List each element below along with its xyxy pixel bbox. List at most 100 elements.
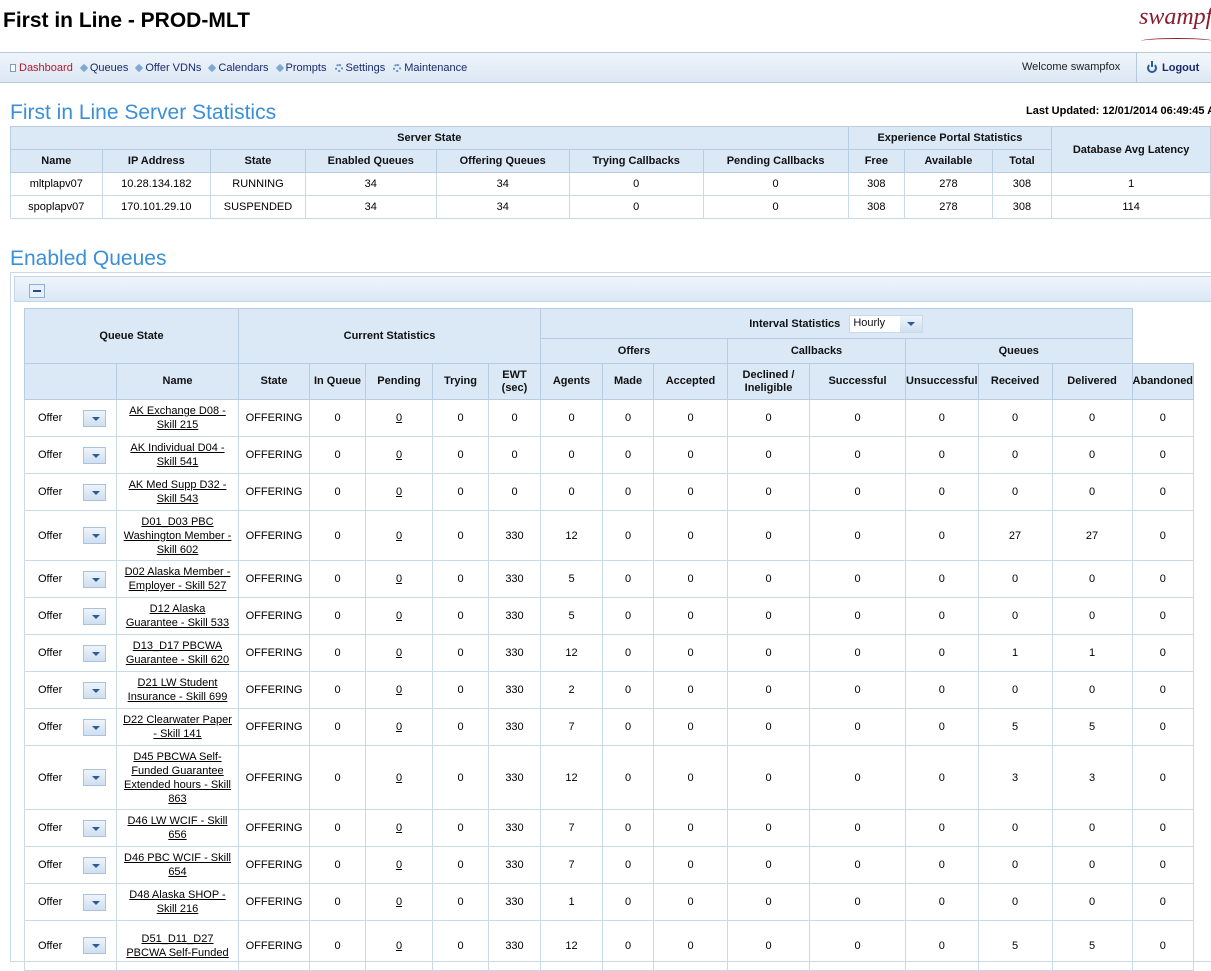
pending-link[interactable]: 0 [396, 822, 402, 834]
queue-cell-name: AK Exchange D08 - Skill 215 [116, 399, 239, 437]
chevron-down-icon[interactable] [83, 937, 106, 954]
queue-name-link[interactable]: D01_D03 PBC Washington Member - Skill 60… [124, 516, 232, 556]
chevron-down-icon[interactable] [83, 409, 106, 427]
queue-action-dropdown[interactable]: Offer [25, 718, 116, 736]
queue-cell-unsuccessful: 0 [905, 560, 979, 598]
chevron-down-icon[interactable] [83, 607, 106, 625]
logout-button[interactable]: Logout [1136, 53, 1211, 82]
nav-item-queues[interactable]: Queues [79, 62, 128, 74]
nav-item-settings[interactable]: Settings [334, 62, 385, 74]
pending-link[interactable]: 0 [396, 530, 402, 542]
server-col-header: State [210, 149, 306, 173]
queue-name-link[interactable]: D51_D11_D27 PBCWA Self-Funded [126, 933, 228, 959]
queue-name-link[interactable]: D46 PBC WCIF - Skill 654 [124, 852, 231, 878]
queue-cell-trying: 0 [432, 473, 489, 511]
pending-link[interactable]: 0 [396, 647, 402, 659]
pending-link[interactable]: 0 [396, 772, 402, 784]
chevron-down-icon[interactable] [83, 570, 106, 588]
queue-name-link[interactable]: AK Med Supp D32 - Skill 543 [129, 479, 227, 505]
queue-cell-trying: 0 [432, 560, 489, 598]
queue-action-value: Offer [38, 610, 63, 622]
server-stats-title: First in Line Server Statistics [10, 101, 277, 124]
queue-name-link[interactable]: D48 Alaska SHOP - Skill 216 [129, 889, 225, 915]
queue-name-link[interactable]: D12 Alaska Guarantee - Skill 533 [126, 603, 229, 629]
queue-cell-accepted: 0 [653, 634, 728, 672]
queue-action-dropdown[interactable]: Offer [25, 527, 116, 544]
nav-item-maintenance[interactable]: Maintenance [393, 62, 467, 74]
nav-item-dashboard[interactable]: Dashboard [10, 62, 73, 74]
queue-action-dropdown[interactable]: Offer [25, 681, 116, 699]
queue-cell-delivered: 0 [1051, 846, 1133, 884]
pending-link[interactable]: 0 [396, 940, 402, 952]
chevron-down-icon[interactable] [83, 483, 106, 501]
interval-select[interactable]: Hourly [849, 314, 924, 333]
server-cell: 34 [304, 172, 437, 196]
chevron-down-icon[interactable] [83, 681, 106, 699]
collapse-button[interactable] [29, 284, 45, 298]
chevron-down-icon[interactable] [83, 446, 106, 464]
queue-name-link[interactable]: D13_D17 PBCWA Guarantee - Skill 620 [126, 640, 229, 666]
pending-link[interactable]: 0 [396, 610, 402, 622]
queue-action-dropdown[interactable]: Offer [25, 819, 116, 837]
pending-link[interactable]: 0 [396, 412, 402, 424]
chevron-down-icon[interactable] [83, 819, 106, 837]
queue-cell-declined: 0 [727, 473, 810, 511]
queue-cell-agents: 12 [540, 745, 603, 810]
pending-link[interactable]: 0 [396, 573, 402, 585]
queue-action-dropdown[interactable]: Offer [25, 644, 116, 662]
nav-item-offer-vdns[interactable]: Offer VDNs [135, 62, 201, 74]
queue-action-dropdown[interactable]: Offer [25, 856, 116, 874]
queue-cell-state: OFFERING [238, 920, 310, 971]
pending-link[interactable]: 0 [396, 896, 402, 908]
col-header-agents: Agents [540, 363, 603, 400]
nav-item-calendars[interactable]: Calendars [208, 62, 269, 74]
queue-name-link[interactable]: D46 LW WCIF - Skill 656 [127, 815, 227, 841]
pending-link[interactable]: 0 [396, 449, 402, 461]
chevron-down-icon[interactable] [83, 769, 106, 786]
queue-action-dropdown[interactable]: Offer [25, 570, 116, 588]
queue-cell-made: 0 [602, 510, 654, 561]
queue-name-link[interactable]: D22 Clearwater Paper - Skill 141 [123, 714, 232, 740]
pending-link[interactable]: 0 [396, 859, 402, 871]
server-col-header: Pending Callbacks [702, 149, 849, 173]
col-header-successful: Successful [809, 363, 906, 400]
queue-cell-name: D46 LW WCIF - Skill 656 [116, 809, 239, 847]
queue-cell-in-queue: 0 [309, 671, 366, 709]
server-cell: 278 [904, 195, 993, 219]
pending-link[interactable]: 0 [396, 721, 402, 733]
queue-cell-accepted: 0 [653, 597, 728, 635]
queue-name-link[interactable]: AK Exchange D08 - Skill 215 [129, 405, 226, 431]
queue-action-dropdown[interactable]: Offer [25, 607, 116, 625]
nav-item-label: Calendars [218, 62, 269, 74]
nav-item-prompts[interactable]: Prompts [275, 62, 327, 74]
queue-name-link[interactable]: AK Individual D04 - Skill 541 [130, 442, 224, 468]
chevron-down-icon[interactable] [900, 315, 923, 332]
queue-action-dropdown[interactable]: Offer [25, 409, 116, 427]
queue-action-dropdown[interactable]: Offer [25, 893, 116, 911]
pending-link[interactable]: 0 [396, 486, 402, 498]
server-col-header: Free [847, 149, 906, 173]
queue-action-dropdown[interactable]: Offer [25, 937, 116, 954]
queue-name-link[interactable]: D02 Alaska Member - Employer - Skill 527 [125, 566, 231, 592]
queue-row: Offer D45 PBCWA Self-Funded Guarantee Ext… [24, 745, 1195, 810]
queue-cell-abandoned: 0 [1131, 920, 1195, 971]
queue-cell-name: D22 Clearwater Paper - Skill 141 [116, 708, 239, 746]
chevron-down-icon[interactable] [83, 644, 106, 662]
queue-cell-pending: 0 [365, 436, 433, 474]
queue-action-dropdown[interactable]: Offer [25, 446, 116, 464]
queue-action-cell: Offer [24, 920, 117, 971]
chevron-down-icon[interactable] [83, 856, 106, 874]
chevron-down-icon[interactable] [83, 527, 106, 544]
chevron-down-icon[interactable] [83, 893, 106, 911]
chevron-down-icon[interactable] [83, 718, 106, 736]
queue-cell-unsuccessful: 0 [905, 597, 979, 635]
queue-cell-pending: 0 [365, 399, 433, 437]
queue-cell-abandoned: 0 [1131, 708, 1195, 746]
queue-name-link[interactable]: D21 LW Student Insurance - Skill 699 [128, 677, 228, 703]
queue-action-dropdown[interactable]: Offer [25, 483, 116, 501]
pending-link[interactable]: 0 [396, 684, 402, 696]
queue-action-dropdown[interactable]: Offer [25, 769, 116, 786]
queue-name-link[interactable]: D45 PBCWA Self-Funded Guarantee Extended… [124, 751, 231, 805]
queue-row: Offer D46 PBC WCIF - Skill 654 OFFERING 0 0 0… [24, 846, 1195, 884]
col-header-abandoned: Abandoned [1131, 363, 1195, 400]
